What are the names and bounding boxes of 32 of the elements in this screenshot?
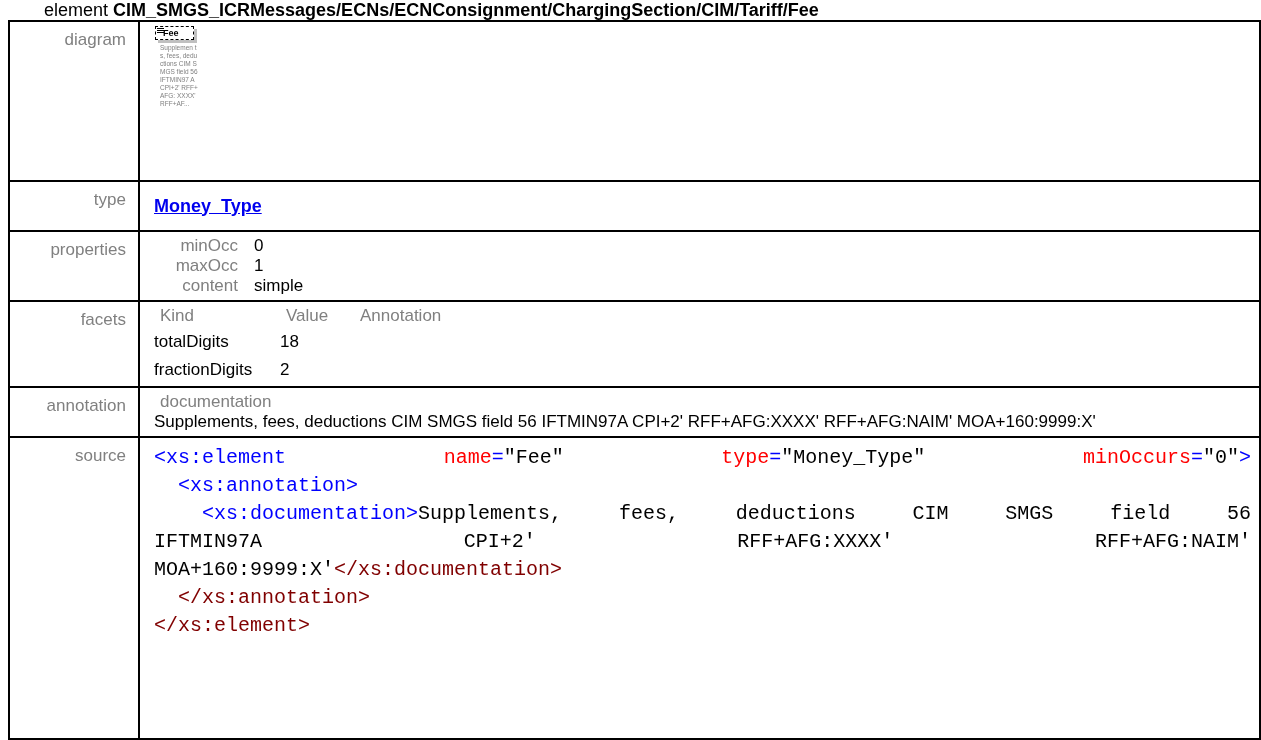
- column-header: Value: [285, 306, 330, 326]
- annotation-text: Supplements, fees, deductions CIM SMGS field 56 IFTMIN97A CPI+2' RFF+AFG:XXXX' RFF+AFG:NAIM' MOA+160:9999:X': [154, 412, 1097, 432]
- row-label: facets: [80, 310, 126, 329]
- property-value: 0: [254, 236, 265, 256]
- code-line: <xs:documentation>Supplements, fees, deductions CIM SMGS field 56: [201, 501, 1251, 527]
- property-name: maxOcc: [174, 256, 238, 276]
- code-line: <xs:element name="Fee" type="Money_Type" minOccurs="0">: [154, 445, 1251, 471]
- annotation-title: documentation: [159, 392, 273, 412]
- column-header: Kind: [159, 306, 196, 326]
- code-line: </xs:element>: [154, 613, 312, 639]
- row-label: properties: [50, 240, 126, 259]
- facet-value: 18: [280, 331, 300, 353]
- code-line: </xs:annotation>: [177, 585, 372, 611]
- facet-kind: fractionDigits: [154, 359, 254, 381]
- facet-kind: totalDigits: [154, 331, 230, 353]
- row-label: source: [74, 446, 126, 465]
- element-path-heading: element CIM_SMGS_ICRMessages/ECNs/ECNConsignment/ChargingSection/CIM/Tariff/Fee: [43, 0, 820, 20]
- lines-icon: [157, 28, 164, 33]
- property-value: simple: [254, 276, 304, 296]
- property-name: minOcc: [179, 236, 238, 256]
- row-label: type: [93, 190, 126, 209]
- element-node[interactable]: Fee: [155, 26, 194, 40]
- row-label: diagram: [64, 30, 126, 49]
- code-line: MOA+160:9999:X'</xs:documentation>: [154, 557, 564, 583]
- column-header: Annotation: [359, 306, 442, 326]
- row-label: annotation: [46, 396, 126, 415]
- code-line: IFTMIN97A CPI+2' RFF+AFG:XXXX' RFF+AFG:NAIM': [154, 529, 1251, 555]
- type-link[interactable]: Money_Type: [154, 195, 262, 217]
- property-value: 1: [254, 256, 265, 276]
- facet-value: 2: [280, 359, 291, 381]
- code-line: <xs:annotation>: [177, 473, 360, 499]
- property-name: content: [181, 276, 238, 296]
